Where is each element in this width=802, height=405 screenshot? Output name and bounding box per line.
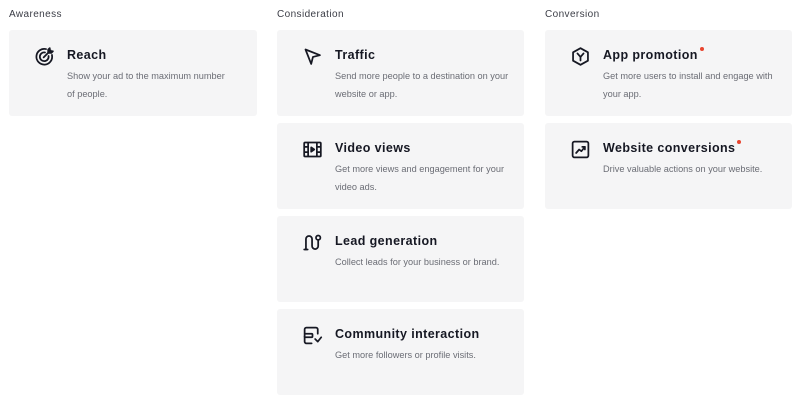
objective-description: Send more people to a destination on you… xyxy=(335,71,509,99)
community-icon xyxy=(301,324,323,346)
trend-chart-icon xyxy=(569,138,591,160)
objective-card-lead-generation[interactable]: Lead generation Collect leads for your b… xyxy=(277,216,524,302)
objective-title: Traffic xyxy=(335,48,376,62)
objective-selector: Awareness Reach Show your ad to the maxi… xyxy=(0,0,802,405)
column-conversion: Conversion App promotion Get more users … xyxy=(545,0,792,216)
objective-card-website-conversions[interactable]: Website conversions Drive valuable actio… xyxy=(545,123,792,209)
objective-description: Drive valuable actions on your website. xyxy=(603,164,763,174)
objective-description: Show your ad to the maximum number of pe… xyxy=(67,71,225,99)
objective-card-community-interaction[interactable]: Community interaction Get more followers… xyxy=(277,309,524,395)
column-header: Awareness xyxy=(9,9,62,20)
objective-title: Lead generation xyxy=(335,234,438,248)
column-awareness: Awareness Reach Show your ad to the maxi… xyxy=(9,0,257,123)
objective-card-video-views[interactable]: Video views Get more views and engagemen… xyxy=(277,123,524,209)
column-header: Consideration xyxy=(277,9,344,20)
objective-card-reach[interactable]: Reach Show your ad to the maximum number… xyxy=(9,30,257,116)
target-icon xyxy=(33,45,55,67)
app-hexagon-icon xyxy=(569,45,591,67)
column-header: Conversion xyxy=(545,9,600,20)
column-consideration: Consideration Traffic Send more people t… xyxy=(277,0,524,402)
magnet-icon xyxy=(301,231,323,253)
objective-card-app-promotion[interactable]: App promotion Get more users to install … xyxy=(545,30,792,116)
objective-title: App promotion xyxy=(603,47,704,62)
objective-description: Get more users to install and engage wit… xyxy=(603,71,773,99)
objective-title: Video views xyxy=(335,141,411,155)
objective-title: Reach xyxy=(67,48,107,62)
objective-title: Community interaction xyxy=(335,327,480,341)
objective-description: Collect leads for your business or brand… xyxy=(335,257,500,267)
new-badge-dot xyxy=(737,140,742,144)
video-film-icon xyxy=(301,138,323,160)
objective-description: Get more views and engagement for your v… xyxy=(335,164,505,192)
objective-card-traffic[interactable]: Traffic Send more people to a destinatio… xyxy=(277,30,524,116)
objective-title: Website conversions xyxy=(603,140,742,155)
objective-description: Get more followers or profile visits. xyxy=(335,350,476,360)
new-badge-dot xyxy=(699,47,704,51)
cursor-arrow-icon xyxy=(301,45,323,67)
